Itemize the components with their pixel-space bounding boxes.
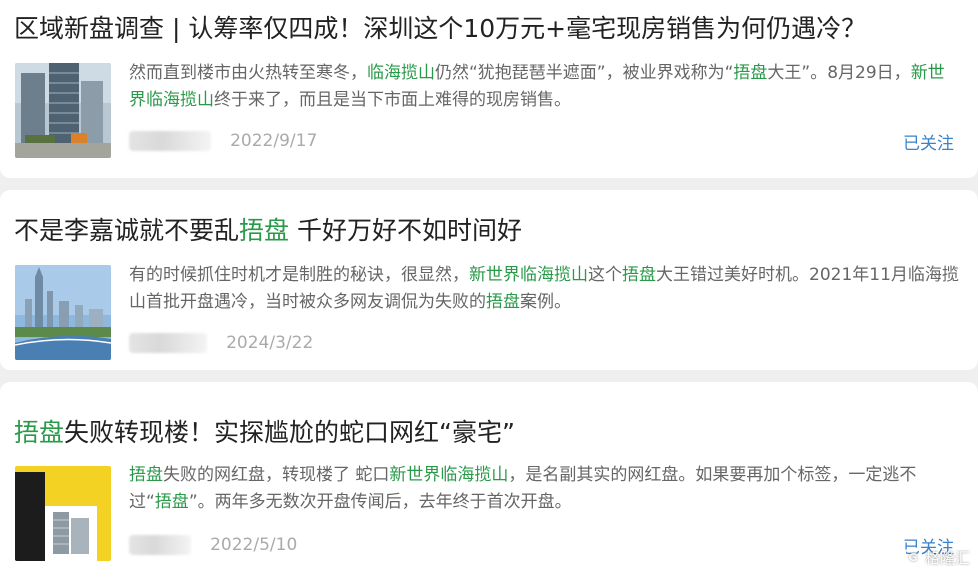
article-thumbnail[interactable]: [15, 466, 111, 561]
author-name-blurred[interactable]: [129, 131, 211, 151]
article-thumbnail[interactable]: [15, 265, 111, 360]
keyword-highlight: 新世界临海揽山: [389, 465, 509, 485]
publish-date: 2022/5/10: [210, 535, 298, 555]
summary-text: 然而直到楼市由火热转至寒冬，: [129, 63, 367, 83]
article-thumbnail[interactable]: [15, 63, 111, 158]
summary-text: 终于来了，而且是当下市面上难得的现房销售。: [214, 90, 571, 110]
summary-text: 仍然“犹抱琵琶半遮面”，被业界戏称为“: [435, 63, 734, 83]
keyword-highlight: 捂盘: [14, 418, 65, 447]
article-title[interactable]: 捂盘失败转现楼！实探尴尬的蛇口网红“豪宅”: [14, 416, 515, 450]
article-title[interactable]: 不是李嘉诚就不要乱捂盘 千好万好不如时间好: [14, 214, 522, 248]
summary-text: 大王”。8月29日，: [767, 63, 911, 83]
keyword-highlight: 捂盘: [622, 265, 656, 285]
article-card-2[interactable]: 不是李嘉诚就不要乱捂盘 千好万好不如时间好 有的时候抓住时机才是制胜的秘诀，很显…: [0, 190, 978, 370]
keyword-highlight: 捂盘: [239, 216, 290, 245]
article-card-3[interactable]: 捂盘失败转现楼！实探尴尬的蛇口网红“豪宅” 捂盘失败的网红盘，转现楼了 蛇口新世…: [0, 382, 978, 574]
keyword-highlight: 捂盘: [154, 492, 189, 512]
keyword-highlight: 捂盘: [129, 465, 163, 485]
follow-button[interactable]: 已关注: [903, 129, 954, 154]
title-text: 千好万好不如时间好: [289, 216, 522, 245]
summary-text: 案例。: [520, 292, 571, 312]
article-summary: 有的时候抓住时机才是制胜的秘诀，很显然，新世界临海揽山这个捂盘大王错过美好时机。…: [129, 262, 959, 316]
keyword-highlight: 捂盘: [486, 292, 520, 312]
watermark-logo-icon: G: [903, 548, 922, 567]
publish-date: 2022/9/17: [230, 131, 318, 151]
summary-text: ”。两年多无数次开盘传闻后，去年终于首次开盘。: [188, 492, 572, 512]
article-summary: 然而直到楼市由火热转至寒冬，临海揽山仍然“犹抱琵琶半遮面”，被业界戏称为“捂盘大…: [129, 60, 959, 114]
keyword-highlight: 捂盘: [733, 63, 768, 83]
watermark: G 格隆汇: [903, 547, 970, 568]
article-meta: 2022/5/10: [129, 533, 297, 557]
summary-text: 失败的网红盘，转现楼了 蛇口: [163, 465, 390, 485]
article-meta: 2024/3/22: [129, 331, 313, 355]
keyword-highlight: 临海揽山: [367, 63, 435, 83]
article-title[interactable]: 区域新盘调查 | 认筹率仅四成！深圳这个10万元+毫宅现房销售为何仍遇冷？: [14, 12, 866, 46]
summary-text: 有的时候抓住时机才是制胜的秘诀，很显然，: [129, 265, 469, 285]
keyword-highlight: 新世界临海揽山: [469, 265, 588, 285]
title-text: 失败转现楼！实探尴尬的蛇口网红“豪宅”: [64, 418, 515, 447]
author-name-blurred[interactable]: [129, 333, 207, 353]
article-summary: 捂盘失败的网红盘，转现楼了 蛇口新世界临海揽山，是名副其实的网红盘。如果要再加个…: [129, 462, 959, 516]
publish-date: 2024/3/22: [226, 333, 314, 353]
author-name-blurred[interactable]: [129, 535, 191, 555]
article-meta: 2022/9/17: [129, 129, 317, 153]
summary-text: 这个: [588, 265, 622, 285]
article-card-1[interactable]: 区域新盘调查 | 认筹率仅四成！深圳这个10万元+毫宅现房销售为何仍遇冷？ 然而…: [0, 0, 978, 178]
title-text: 不是李嘉诚就不要乱: [14, 216, 240, 245]
watermark-text: 格隆汇: [924, 549, 970, 567]
